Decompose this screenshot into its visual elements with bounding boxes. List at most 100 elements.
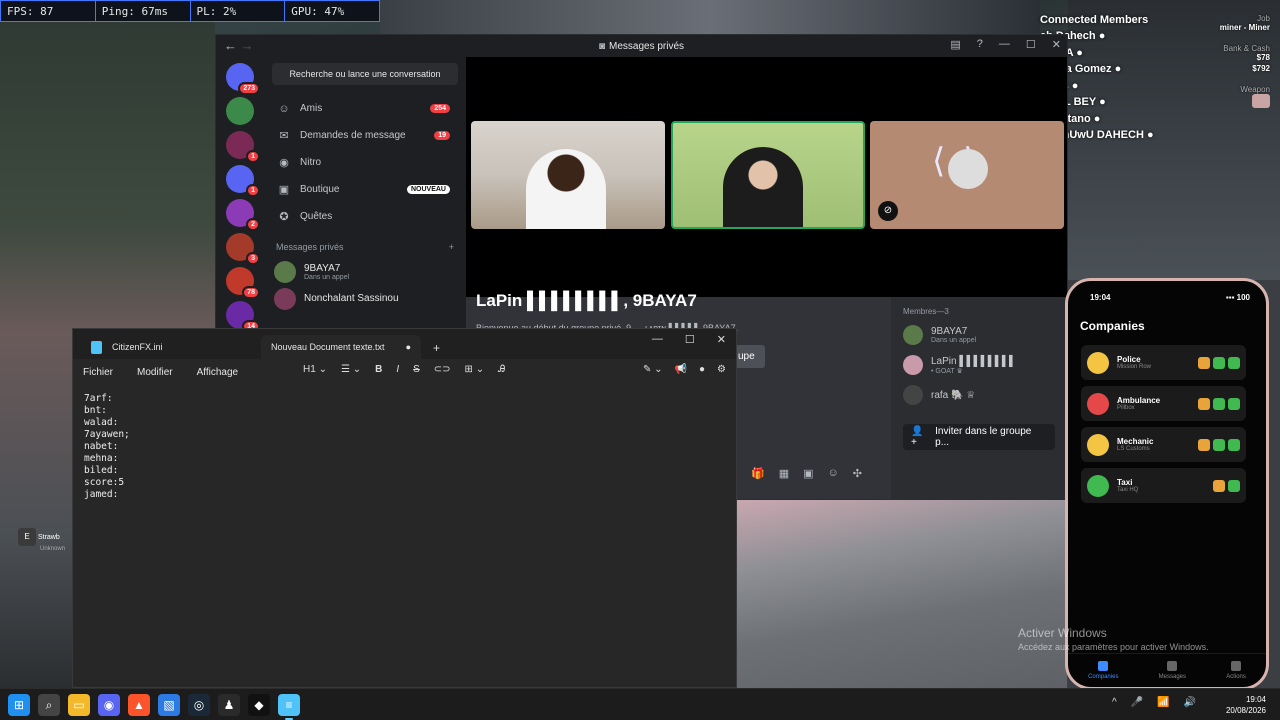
- member-item[interactable]: LaPin ▌▌▌▌▌▌▌▌ • GOAT ♛: [903, 350, 1055, 380]
- tab-nouveau-document[interactable]: Nouveau Document texte.txt ●: [261, 335, 421, 359]
- gear-icon[interactable]: ⚙: [717, 364, 726, 375]
- server-icon[interactable]: 14: [226, 301, 260, 333]
- text-line: bnt:: [84, 405, 107, 416]
- dm-item[interactable]: 9BAYA7 Dans un appel: [264, 258, 466, 285]
- close-button[interactable]: ✕: [1052, 38, 1061, 51]
- nav-item-nitro[interactable]: ◉ Nitro: [264, 149, 466, 176]
- message-icon[interactable]: [1228, 479, 1240, 492]
- back-icon[interactable]: ← →: [224, 38, 254, 53]
- nav-item-amis[interactable]: ☺ Amis 254: [264, 95, 466, 122]
- show-hidden-icons[interactable]: ^: [1112, 697, 1117, 708]
- server-icon[interactable]: 1: [226, 165, 260, 197]
- packet-loss-readout: PL: 2%: [191, 1, 286, 21]
- call-icon[interactable]: [1213, 356, 1225, 369]
- epic-icon[interactable]: ◆: [248, 694, 270, 716]
- steam-icon[interactable]: ◎: [188, 694, 210, 716]
- apps-icon[interactable]: ✣: [853, 467, 862, 480]
- server-icon[interactable]: [226, 97, 254, 125]
- call-icon[interactable]: [1213, 397, 1225, 410]
- new-dm-button[interactable]: +: [449, 242, 454, 252]
- video-tile-participant-3[interactable]: ⟨⟩ ⊘: [870, 121, 1064, 229]
- close-button[interactable]: ✕: [717, 333, 726, 346]
- italic-icon[interactable]: I: [396, 364, 399, 375]
- discord-icon[interactable]: ◉: [98, 694, 120, 716]
- table-icon[interactable]: ⊞ ⌄: [465, 364, 485, 375]
- video-tile-participant-1[interactable]: [471, 121, 665, 229]
- member-text: 9BAYA7 Dans un appel: [931, 326, 976, 344]
- game-launcher-icon[interactable]: ♟: [218, 694, 240, 716]
- nav-item-boutique[interactable]: ▣ Boutique NOUVEAU: [264, 176, 466, 203]
- inbox-icon[interactable]: ▤: [950, 38, 960, 51]
- microphone-icon[interactable]: 🎤: [1131, 697, 1143, 708]
- call-icon[interactable]: [1213, 438, 1225, 451]
- gps-icon[interactable]: [1198, 397, 1210, 410]
- video-tile-participant-2[interactable]: [671, 121, 865, 229]
- job-value: miner - Miner: [1219, 23, 1270, 32]
- gift-icon[interactable]: 🎁: [751, 467, 765, 480]
- dm-item[interactable]: Nonchalant Sassinou: [264, 285, 466, 312]
- location-overlay: E Strawb Unknown: [18, 528, 72, 552]
- server-icon[interactable]: 3: [226, 233, 260, 265]
- company-card-police[interactable]: Police Mission Row: [1081, 345, 1246, 380]
- invite-button[interactable]: 👤+ Inviter dans le groupe p...: [903, 424, 1055, 450]
- bold-icon[interactable]: B: [375, 364, 382, 375]
- tab-citizenfx[interactable]: CitizenFX.ini: [81, 335, 261, 359]
- link-icon[interactable]: ⊂⊃: [434, 364, 451, 375]
- strikethrough-icon[interactable]: S: [413, 364, 420, 375]
- help-icon[interactable]: ?: [977, 38, 983, 51]
- company-actions: [1198, 438, 1240, 451]
- company-card-taxi[interactable]: Taxi Taxi HQ: [1081, 468, 1246, 503]
- menu-modifier[interactable]: Modifier: [137, 367, 173, 378]
- network-icon[interactable]: 📶: [1157, 697, 1169, 708]
- phone-nav-actions[interactable]: Actions: [1226, 661, 1246, 680]
- member-item[interactable]: 9BAYA7 Dans un appel: [903, 320, 1055, 350]
- menu-fichier[interactable]: Fichier: [83, 367, 113, 378]
- volume-icon[interactable]: 🔊: [1184, 697, 1196, 708]
- member-item[interactable]: rafa 🐘 ♕: [903, 380, 1055, 410]
- company-card-ambulance[interactable]: Ambulance Pillbox: [1081, 386, 1246, 421]
- unsaved-dot-icon[interactable]: ●: [406, 342, 411, 352]
- server-icon[interactable]: 78: [226, 267, 260, 299]
- copilot-icon[interactable]: ✎ ⌄: [643, 364, 663, 375]
- gps-icon[interactable]: [1213, 479, 1225, 492]
- brave-icon[interactable]: ▲: [128, 694, 150, 716]
- nav-item-quêtes[interactable]: ✪ Quêtes: [264, 203, 466, 230]
- phone-nav-companies[interactable]: Companies: [1088, 661, 1118, 680]
- company-card-mechanic[interactable]: Mechanic LS Customs: [1081, 427, 1246, 462]
- new-tab-button[interactable]: +: [433, 341, 440, 355]
- clear-format-icon[interactable]: Ꭿ: [498, 364, 505, 375]
- text-line: mehna:: [84, 453, 119, 464]
- account-icon[interactable]: ●: [699, 364, 705, 375]
- nav-item-demandes-de-message[interactable]: ✉ Demandes de message 19: [264, 122, 466, 149]
- search-icon[interactable]: ⌕: [38, 694, 60, 716]
- emoji-icon[interactable]: ☺: [828, 467, 839, 480]
- notepad-editor[interactable]: 7arf: bnt: walad: 7ayawen; nabet: mehna: biled…: [73, 385, 736, 509]
- gps-icon[interactable]: [1198, 438, 1210, 451]
- windows-start-icon[interactable]: ⊞: [8, 694, 30, 716]
- minimize-button[interactable]: —: [652, 333, 663, 346]
- announcement-icon[interactable]: 📢: [675, 364, 687, 375]
- taskbar-clock[interactable]: 19:04 20/08/2026: [1226, 694, 1266, 716]
- list-icon[interactable]: ☰ ⌄: [341, 364, 361, 375]
- maximize-button[interactable]: ☐: [1026, 38, 1036, 51]
- gps-icon[interactable]: [1198, 356, 1210, 369]
- heading-dropdown[interactable]: H1 ⌄: [303, 364, 327, 375]
- search-conversation-button[interactable]: Recherche ou lance une conversation: [272, 63, 458, 85]
- notepad-icon[interactable]: ≡: [278, 694, 300, 720]
- company-actions: [1213, 479, 1240, 492]
- photos-icon[interactable]: ▧: [158, 694, 180, 716]
- server-icon[interactable]: 1: [226, 131, 260, 163]
- phone-nav-messages[interactable]: Messages: [1159, 661, 1186, 680]
- file-explorer-icon[interactable]: ▭: [68, 694, 90, 716]
- message-icon[interactable]: [1228, 438, 1240, 451]
- message-icon[interactable]: [1228, 397, 1240, 410]
- nav-label: Amis: [300, 103, 323, 114]
- minimize-button[interactable]: —: [999, 38, 1010, 51]
- message-icon[interactable]: [1228, 356, 1240, 369]
- server-icon[interactable]: 2: [226, 199, 260, 231]
- menu-affichage[interactable]: Affichage: [197, 367, 239, 378]
- gif-icon[interactable]: ▦: [779, 467, 789, 480]
- server-icon[interactable]: 273: [226, 63, 260, 95]
- maximize-button[interactable]: ☐: [685, 333, 695, 346]
- sticker-icon[interactable]: ▣: [803, 467, 813, 480]
